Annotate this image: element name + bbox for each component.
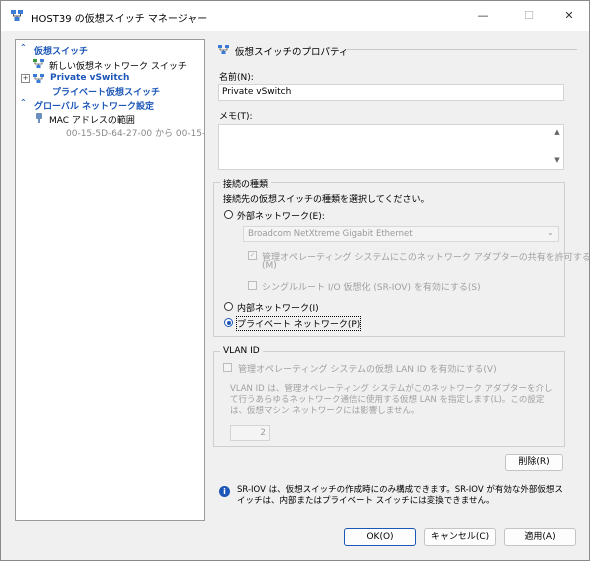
info-icon: i	[219, 486, 230, 497]
vlan-title: VLAN ID	[220, 346, 263, 356]
collapse-chevron-icon[interactable]: ⌃	[20, 43, 27, 52]
vswitch-icon	[33, 74, 44, 83]
connection-type-group: 接続の種類 接続先の仮想スイッチの種類を選択してください。 外部ネットワーク(E…	[213, 177, 590, 337]
mac-range-value: 00-15-5D-64-27-00 から 00-15-5D-...	[66, 129, 205, 139]
name-input[interactable]: Private vSwitch	[218, 84, 564, 101]
vlan-enable-label: 管理オペレーティング システムの仮想 LAN ID を有効にする(V)	[238, 365, 497, 375]
connection-type-title: 接続の種類	[220, 177, 272, 190]
navigation-tree: ⌃ 仮想スイッチ 新しい仮想ネットワーク スイッチ + Private vSwi…	[15, 39, 205, 521]
share-adapter-label: 管理オペレーティング システムにこのネットワーク アダプターの共有を許可する	[262, 253, 590, 263]
new-switch-label: 新しい仮想ネットワーク スイッチ	[49, 62, 187, 72]
mac-range-label: MAC アドレスの範囲	[49, 116, 135, 126]
memo-scrollbar[interactable]: ▲ ▼	[553, 128, 561, 164]
vlan-id-input[interactable]: 2	[230, 425, 270, 441]
app-icon	[11, 10, 23, 21]
nic-select[interactable]: Broadcom NetXtreme Gigabit Ethernet ⌄	[243, 226, 559, 242]
header-divider	[347, 49, 577, 50]
sriov-label: シングルルート I/O 仮想化 (SR-IOV) を有効にする(S)	[262, 283, 481, 293]
vswitch-name: Private vSwitch	[50, 73, 130, 83]
external-network-radio[interactable]	[224, 210, 233, 219]
external-network-label[interactable]: 外部ネットワーク(E):	[237, 209, 325, 222]
remove-button[interactable]: 削除(R)	[505, 454, 563, 471]
minimize-button[interactable]: —	[469, 7, 497, 25]
title-bar: HOST39 の仮想スイッチ マネージャー — ☐ ✕	[1, 1, 589, 31]
vlan-description: VLAN ID は、管理オペレーティング システムがこのネットワーク アダプター…	[230, 384, 553, 416]
tree-section-switches[interactable]: ⌃ 仮想スイッチ	[16, 43, 204, 57]
maximize-button[interactable]: ☐	[515, 7, 543, 25]
memo-label: メモ(T):	[219, 112, 253, 122]
ok-button[interactable]: OK(O)	[344, 528, 416, 546]
vlan-enable-checkbox[interactable]	[223, 363, 232, 372]
vswitch-manager-window: HOST39 の仮想スイッチ マネージャー — ☐ ✕ ⌃ 仮想スイッチ 新しい…	[0, 0, 590, 561]
vswitch-properties-icon	[218, 45, 229, 54]
expand-icon[interactable]: +	[21, 74, 30, 83]
properties-pane: 仮想スイッチのプロパティ 名前(N): Private vSwitch メモ(T…	[207, 39, 590, 519]
memo-input[interactable]: ▲ ▼	[218, 124, 564, 170]
chevron-down-icon: ⌄	[546, 228, 554, 238]
share-adapter-checkbox[interactable]: ✓	[248, 251, 257, 260]
internal-network-label[interactable]: 内部ネットワーク(I)	[237, 301, 319, 314]
close-button[interactable]: ✕	[555, 7, 583, 25]
window-title: HOST39 の仮想スイッチ マネージャー	[31, 14, 208, 25]
private-network-label[interactable]: プライベート ネットワーク(P)	[235, 316, 362, 331]
cancel-button[interactable]: キャンセル(C)	[424, 528, 496, 546]
sriov-info-text: SR-IOV は、仮想スイッチの作成時にのみ構成できます。SR-IOV が有効な…	[237, 485, 563, 506]
scroll-down-icon[interactable]: ▼	[553, 156, 561, 164]
vswitch-type: プライベート仮想スイッチ	[52, 88, 161, 98]
scroll-up-icon[interactable]: ▲	[553, 128, 561, 136]
tree-section-global[interactable]: ⌃ グローバル ネットワーク設定	[16, 98, 204, 112]
internal-network-radio[interactable]	[224, 302, 233, 311]
apply-button[interactable]: 適用(A)	[504, 528, 576, 546]
vlan-group: VLAN ID 管理オペレーティング システムの仮想 LAN ID を有効にする…	[213, 346, 565, 447]
sriov-checkbox[interactable]	[248, 281, 257, 290]
new-switch-icon	[33, 59, 44, 68]
properties-header: 仮想スイッチのプロパティ	[235, 47, 349, 58]
name-label: 名前(N):	[219, 73, 254, 83]
share-adapter-label-suffix: (M)	[262, 261, 277, 271]
private-network-radio[interactable]	[224, 318, 233, 327]
connection-prompt: 接続先の仮想スイッチの種類を選択してください。	[223, 195, 430, 205]
collapse-chevron-icon[interactable]: ⌃	[20, 98, 27, 107]
mac-range-icon	[36, 113, 42, 123]
